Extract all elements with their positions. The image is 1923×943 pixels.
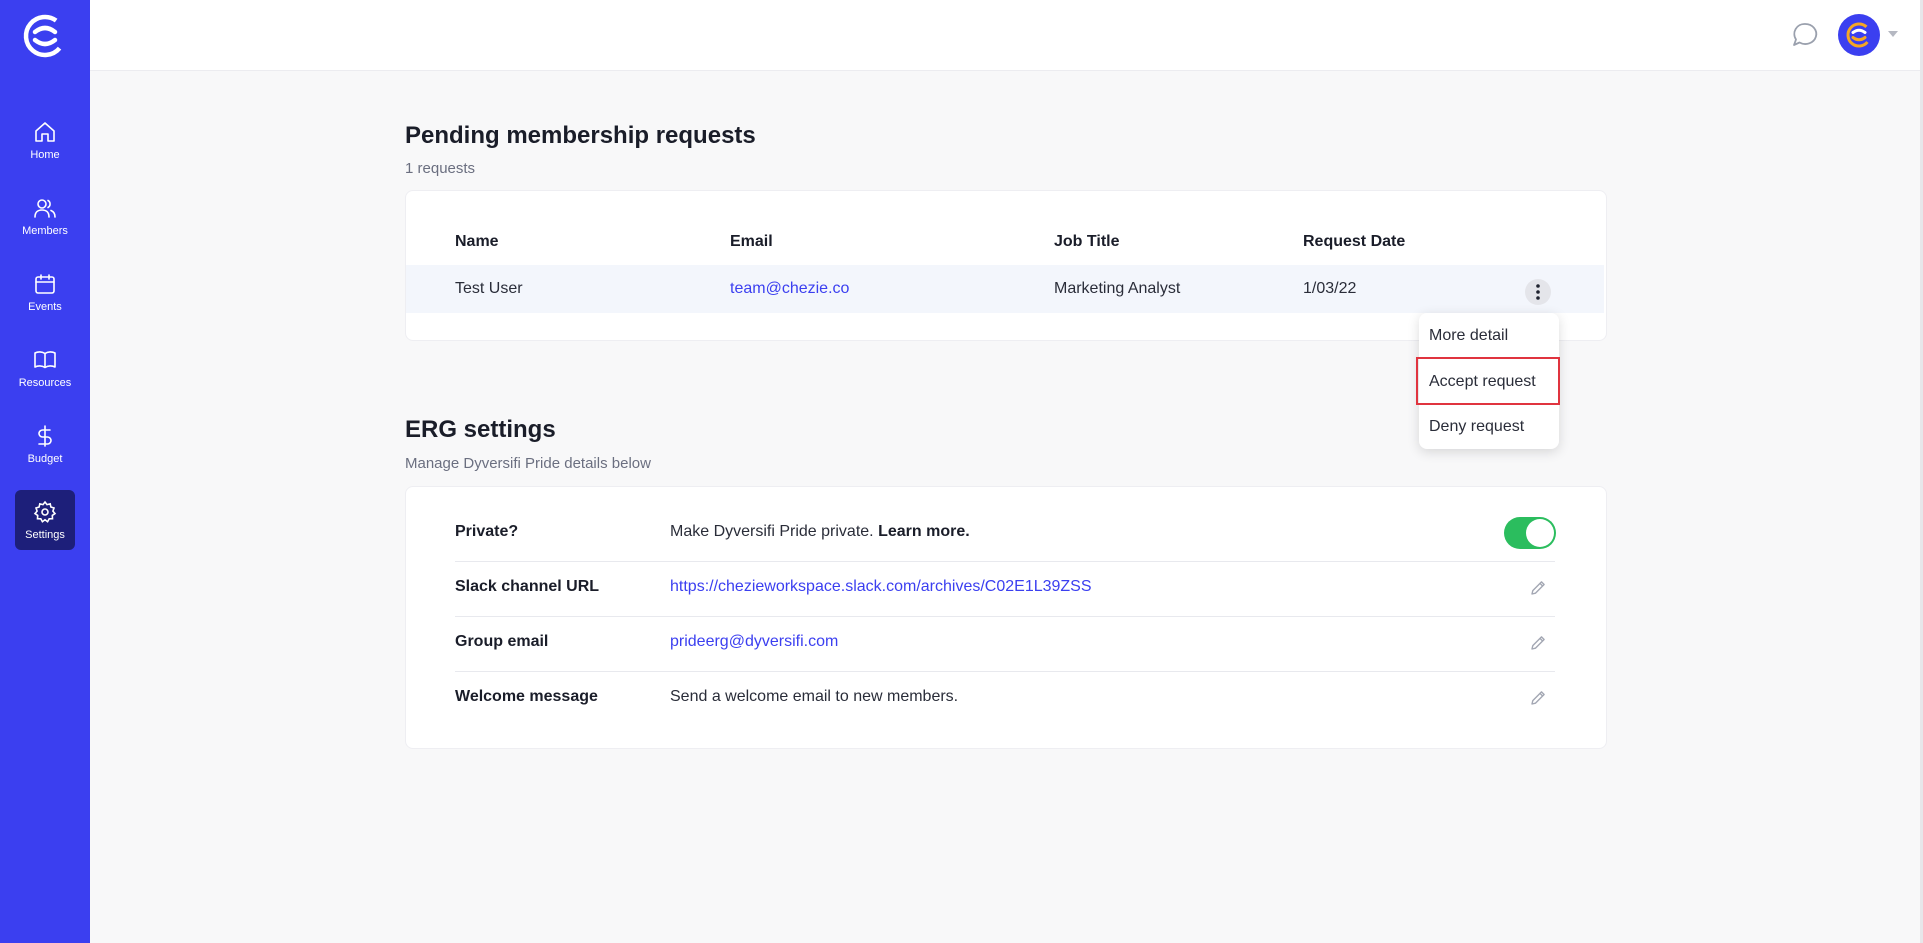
erg-settings-subtitle: Manage Dyversifi Pride details below xyxy=(405,455,651,472)
nav-events-label: Events xyxy=(28,300,62,313)
group-email-label: Group email xyxy=(455,633,549,650)
welcome-message-value: Send a welcome email to new members. xyxy=(670,688,959,705)
request-date: 1/03/22 xyxy=(1303,280,1357,297)
erg-settings-title: ERG settings xyxy=(405,416,556,443)
column-header-request-date: Request Date xyxy=(1303,233,1406,250)
divider xyxy=(455,671,1555,672)
row-actions-menu: More detail Accept request Deny request xyxy=(1419,313,1559,449)
welcome-message-label: Welcome message xyxy=(455,688,598,705)
dollar-icon xyxy=(38,424,52,447)
slack-channel-url-link[interactable]: https://chezieworkspace.slack.com/archiv… xyxy=(670,578,1092,596)
divider xyxy=(455,616,1555,617)
table-row[interactable] xyxy=(406,265,1604,313)
gear-icon xyxy=(33,500,57,523)
toggle-knob xyxy=(1526,519,1554,547)
pencil-icon[interactable] xyxy=(1529,689,1547,707)
book-icon xyxy=(34,350,56,368)
chat-icon[interactable] xyxy=(1790,20,1820,50)
erg-settings-card xyxy=(405,486,1607,749)
nav-members-label: Members xyxy=(22,224,68,237)
avatar-logo-icon xyxy=(1846,22,1872,48)
pending-count: 1 requests xyxy=(405,160,476,177)
nav-home[interactable]: Home xyxy=(15,110,75,170)
nav-budget-label: Budget xyxy=(27,452,63,465)
private-label: Private? xyxy=(455,523,519,540)
pencil-icon[interactable] xyxy=(1529,579,1547,597)
menu-item-more-detail[interactable]: More detail xyxy=(1429,327,1508,345)
private-text: Make Dyversifi Pride private. xyxy=(670,523,874,540)
calendar-icon xyxy=(35,273,55,294)
column-header-email: Email xyxy=(730,233,773,250)
nav-members[interactable]: Members xyxy=(15,186,75,246)
request-name: Test User xyxy=(455,280,523,297)
menu-item-accept-request[interactable]: Accept request xyxy=(1429,373,1536,391)
pencil-icon[interactable] xyxy=(1529,634,1547,652)
home-icon xyxy=(35,121,55,142)
row-actions-button[interactable] xyxy=(1525,279,1551,305)
request-job-title: Marketing Analyst xyxy=(1054,280,1181,297)
nav-settings[interactable]: Settings xyxy=(15,490,75,550)
private-description: Make Dyversifi Pride private. Learn more… xyxy=(670,523,970,541)
chevron-down-icon[interactable] xyxy=(1886,29,1900,39)
user-avatar[interactable] xyxy=(1838,14,1880,56)
nav-events[interactable]: Events xyxy=(15,262,75,322)
nav-budget[interactable]: Budget xyxy=(15,414,75,474)
nav-home-label: Home xyxy=(30,148,60,161)
learn-more-link[interactable]: Learn more. xyxy=(878,523,970,540)
top-bar xyxy=(90,0,1923,71)
members-icon xyxy=(34,198,56,218)
more-vertical-icon xyxy=(1536,284,1540,300)
column-header-job-title: Job Title xyxy=(1054,233,1120,250)
divider xyxy=(455,561,1555,562)
nav-settings-label: Settings xyxy=(25,528,65,541)
pending-title: Pending membership requests xyxy=(405,122,756,149)
private-toggle[interactable] xyxy=(1504,517,1556,549)
column-header-name: Name xyxy=(455,233,499,250)
group-email-link[interactable]: prideerg@dyversifi.com xyxy=(670,633,838,651)
sidebar: Home Members Events Resources Budget Set… xyxy=(0,0,90,943)
nav-resources-label: Resources xyxy=(18,376,72,389)
chezie-logo[interactable] xyxy=(21,12,69,60)
menu-item-deny-request[interactable]: Deny request xyxy=(1429,418,1524,436)
request-email-link[interactable]: team@chezie.co xyxy=(730,280,849,298)
nav-resources[interactable]: Resources xyxy=(15,338,75,398)
slack-channel-label: Slack channel URL xyxy=(455,578,600,595)
